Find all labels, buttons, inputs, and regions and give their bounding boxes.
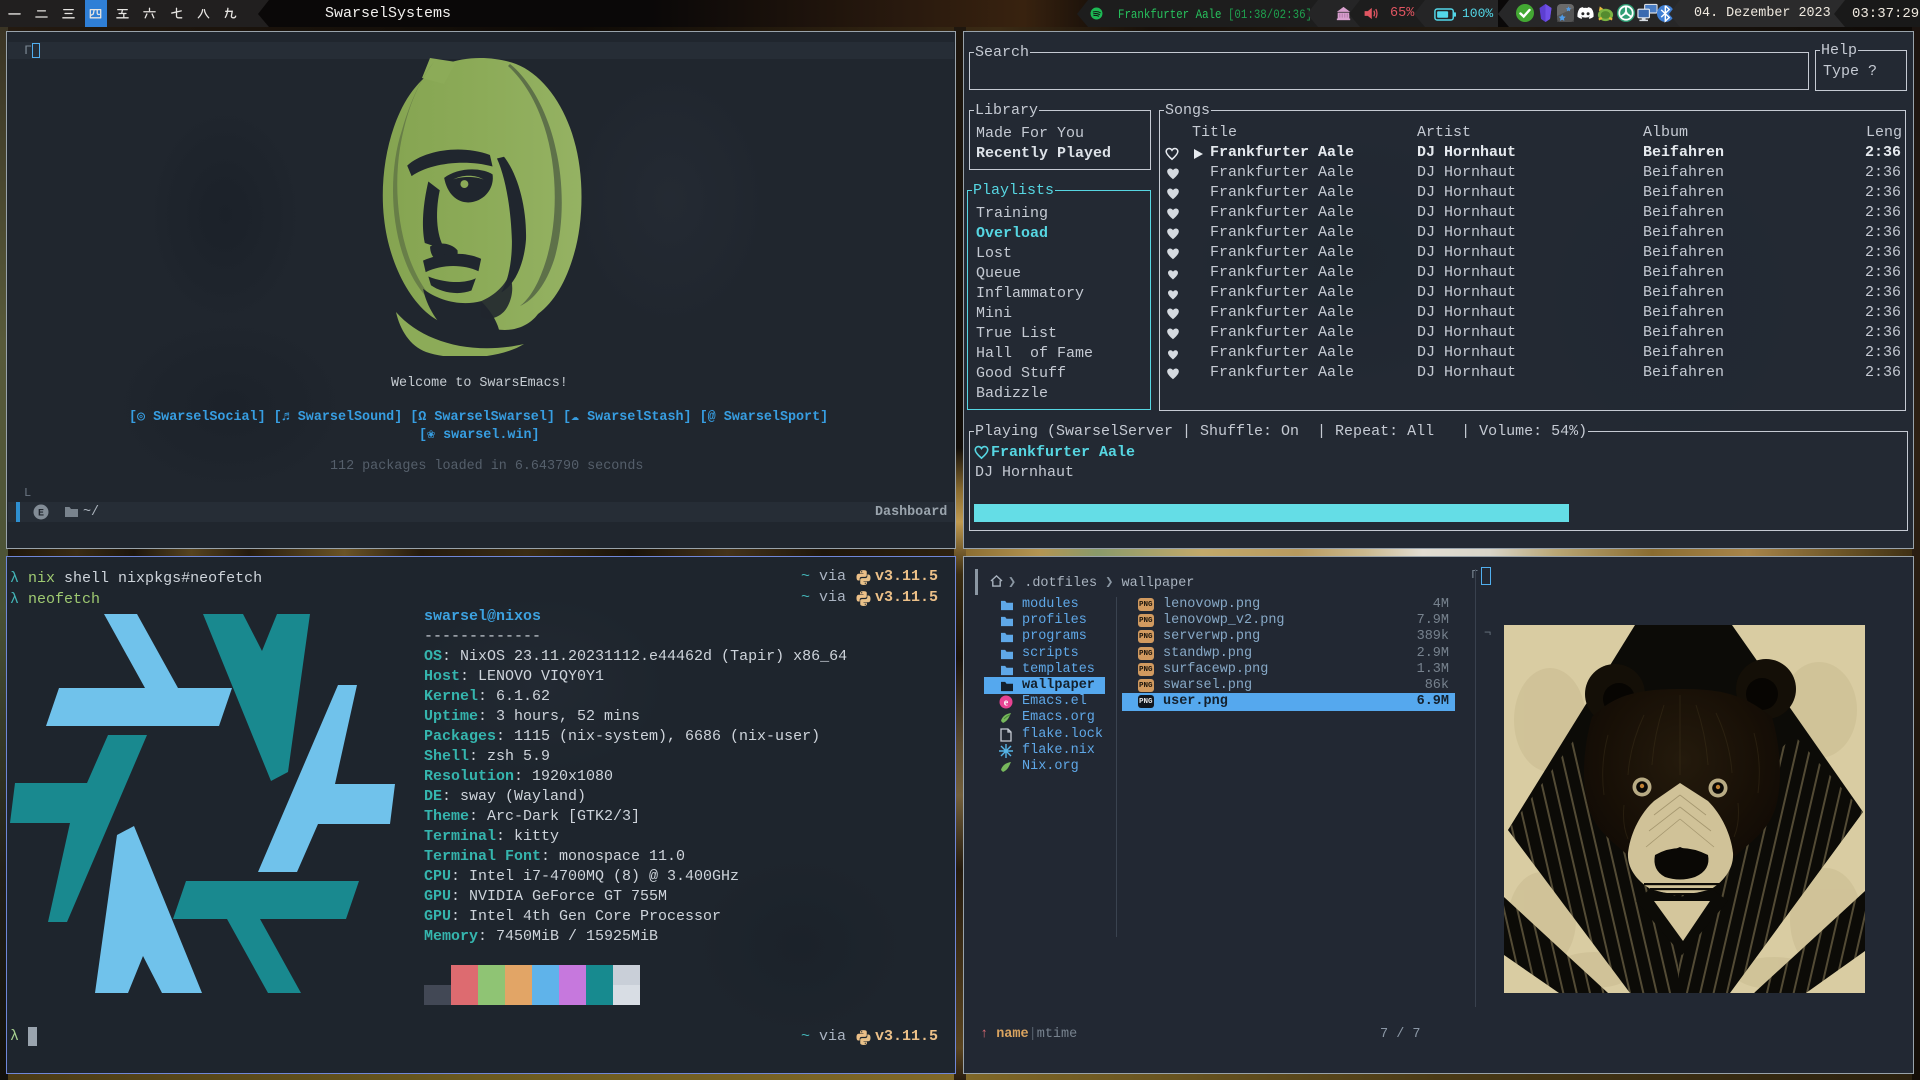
svg-text:e: e	[1004, 698, 1009, 709]
svg-text:E: E	[38, 509, 44, 520]
